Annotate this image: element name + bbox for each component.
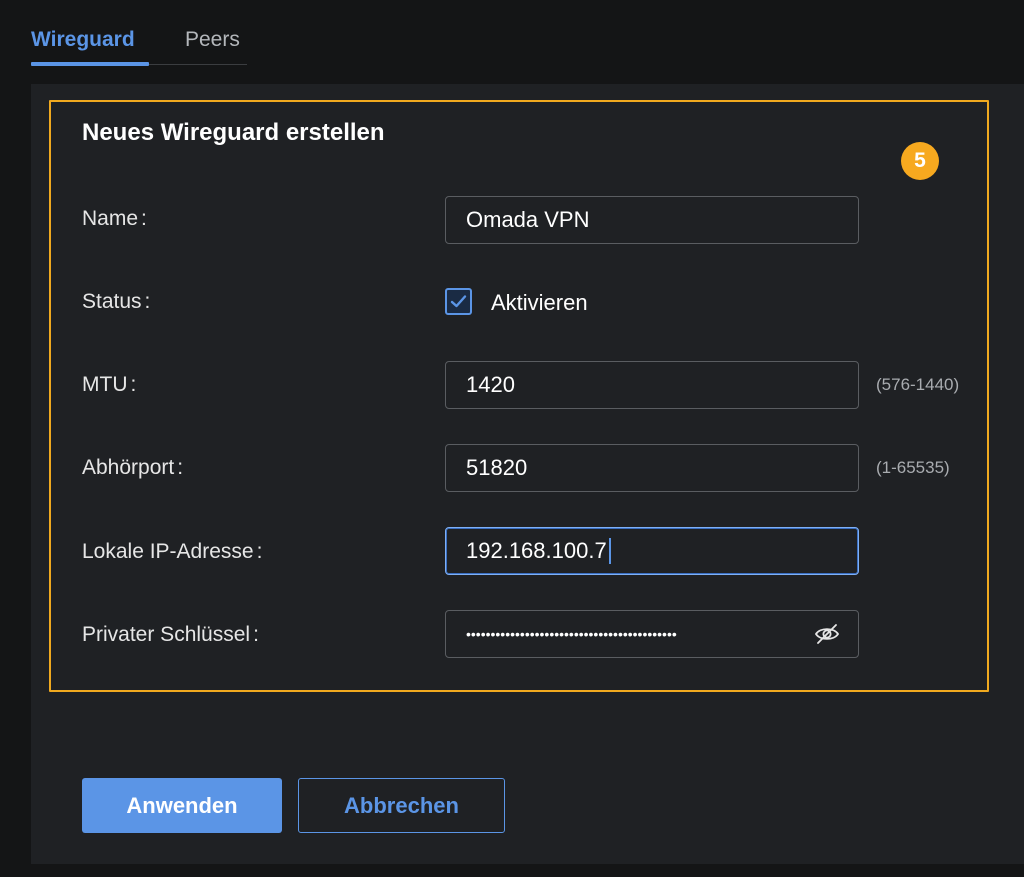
apply-button[interactable]: Anwenden — [82, 778, 282, 833]
status-label: Status: — [82, 290, 151, 313]
tab-peers[interactable]: Peers — [185, 28, 240, 52]
step-badge: 5 — [901, 142, 939, 180]
local-ip-input[interactable]: 192.168.100.7 — [445, 527, 859, 575]
listen-port-input-value: 51820 — [466, 455, 528, 480]
name-input[interactable]: Omada VPN — [445, 196, 859, 244]
name-label: Name: — [82, 207, 147, 230]
text-caret — [608, 538, 611, 564]
mtu-label: MTU: — [82, 373, 137, 396]
tab-bar: Wireguard Peers — [31, 24, 247, 66]
status-checkbox[interactable] — [445, 288, 472, 315]
listen-port-range-hint: (1-65535) — [876, 458, 950, 477]
local-ip-label: Lokale IP-Adresse: — [82, 540, 263, 563]
private-key-masked-value: ••••••••••••••••••••••••••••••••••••••••… — [466, 626, 677, 642]
cancel-button[interactable]: Abbrechen — [298, 778, 505, 833]
eye-off-icon[interactable] — [814, 623, 840, 645]
status-checkbox-label[interactable]: Aktivieren — [491, 290, 588, 316]
active-tab-indicator — [31, 62, 149, 66]
private-key-input[interactable]: ••••••••••••••••••••••••••••••••••••••••… — [445, 610, 859, 658]
form-title: Neues Wireguard erstellen — [82, 119, 385, 146]
checkmark-icon — [450, 295, 467, 308]
local-ip-input-value: 192.168.100.7 — [466, 538, 607, 563]
mtu-range-hint: (576-1440) — [876, 375, 960, 394]
private-key-label: Privater Schlüssel: — [82, 623, 259, 646]
mtu-input-value: 1420 — [466, 372, 515, 397]
listen-port-input[interactable]: 51820 — [445, 444, 859, 492]
name-input-value: Omada VPN — [466, 207, 590, 232]
listen-port-label: Abhörport: — [82, 456, 184, 479]
tab-wireguard[interactable]: Wireguard — [31, 28, 135, 52]
mtu-input[interactable]: 1420 — [445, 361, 859, 409]
